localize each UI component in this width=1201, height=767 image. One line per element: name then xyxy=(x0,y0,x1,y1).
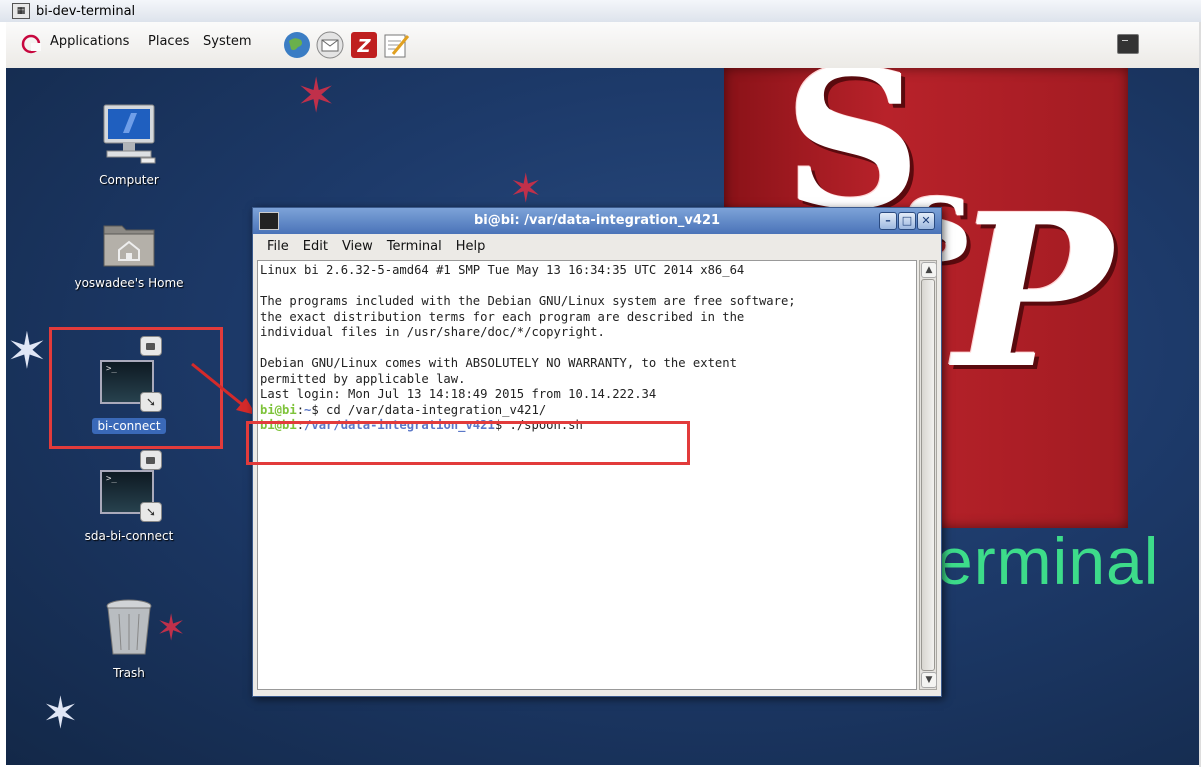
menu-help[interactable]: Help xyxy=(456,239,486,254)
outer-window-titlebar: ▦ bi-dev-terminal xyxy=(0,0,1201,22)
desktop: ✶ ✶ ✶ ✶ ✶ S s P erminal Computer yoswade… xyxy=(6,68,1199,765)
menu-edit[interactable]: Edit xyxy=(303,239,328,254)
terminal-output[interactable]: Linux bi 2.6.32-5-amd64 #1 SMP Tue May 1… xyxy=(257,260,917,690)
maximize-button[interactable]: □ xyxy=(898,212,916,230)
terminal-command-line: bi@bi:~$ cd /var/data-integration_v421/ xyxy=(260,402,547,417)
terminal-line: Linux bi 2.6.32-5-amd64 #1 SMP Tue May 1… xyxy=(260,263,745,277)
lock-icon xyxy=(140,450,162,470)
terminal-title: bi@bi: /var/data-integration_v421 xyxy=(473,213,721,228)
email-icon[interactable] xyxy=(315,30,345,60)
desktop-icon-label: Trash xyxy=(113,666,145,680)
wallpaper-star: ✶ xyxy=(6,322,48,380)
terminal-line: Debian GNU/Linux comes with ABSOLUTELY N… xyxy=(260,356,737,370)
svg-text:Z: Z xyxy=(356,36,371,57)
desktop-icon-label: sda-bi-connect xyxy=(84,529,174,543)
desktop-icon-home[interactable]: yoswadee's Home xyxy=(59,218,199,291)
computer-icon xyxy=(103,104,156,164)
desktop-icon-sda-bi-connect[interactable]: ➘ sda-bi-connect xyxy=(59,450,199,544)
show-desktop-icon[interactable] xyxy=(1117,34,1139,54)
terminal-scrollbar[interactable]: ▲ ▼ xyxy=(919,260,937,690)
outer-window-title: bi-dev-terminal xyxy=(36,3,136,19)
highlight-box-commands xyxy=(246,421,690,465)
logo-letter: P xyxy=(954,168,1112,415)
debian-logo-icon[interactable] xyxy=(20,33,42,55)
menu-view[interactable]: View xyxy=(342,239,373,254)
window-app-icon: ▦ xyxy=(12,3,30,19)
wallpaper-terminal-text: erminal xyxy=(936,524,1160,598)
trash-icon xyxy=(106,599,152,655)
command-text: $ cd /var/data-integration_v421/ xyxy=(311,402,547,417)
filezilla-icon[interactable]: Z xyxy=(349,30,379,60)
terminal-line: Last login: Mon Jul 13 14:18:49 2015 fro… xyxy=(260,387,657,401)
home-folder-icon xyxy=(103,225,155,267)
prompt-user: bi@bi xyxy=(260,402,297,417)
terminal-line: the exact distribution terms for each pr… xyxy=(260,309,745,324)
text-editor-icon[interactable] xyxy=(381,30,411,60)
minimize-button[interactable]: – xyxy=(879,212,897,230)
terminal-line: individual files in /usr/share/doc/*/cop… xyxy=(260,325,605,339)
scroll-down-icon[interactable]: ▼ xyxy=(921,672,937,688)
scrollbar-thumb[interactable] xyxy=(921,279,935,671)
menu-file[interactable]: File xyxy=(267,239,289,254)
terminal-menubar: File Edit View Terminal Help xyxy=(253,234,941,258)
terminal-line: permitted by applicable law. xyxy=(260,371,466,386)
scroll-up-icon[interactable]: ▲ xyxy=(921,262,937,278)
desktop-icon-trash[interactable]: Trash xyxy=(59,598,199,681)
menu-system[interactable]: System xyxy=(203,34,251,49)
desktop-icon-computer[interactable]: Computer xyxy=(59,103,199,188)
top-panel: Applications Places System Z xyxy=(6,22,1199,69)
menu-terminal[interactable]: Terminal xyxy=(387,239,442,254)
wallpaper-star: ✶ xyxy=(296,68,337,124)
desktop-icon-label: Computer xyxy=(99,173,159,187)
menu-places[interactable]: Places xyxy=(148,34,189,49)
desktop-icon-label: yoswadee's Home xyxy=(74,276,184,290)
shortcut-arrow-icon: ➘ xyxy=(140,502,162,522)
terminal-line: The programs included with the Debian GN… xyxy=(260,294,796,308)
wallpaper-star: ✶ xyxy=(509,166,543,212)
wallpaper-star: ✶ xyxy=(42,688,79,739)
browser-icon[interactable] xyxy=(282,30,312,60)
close-button[interactable]: ✕ xyxy=(917,212,935,230)
terminal-titlebar[interactable]: bi@bi: /var/data-integration_v421 – □ ✕ xyxy=(253,208,941,234)
menu-applications[interactable]: Applications xyxy=(50,34,129,49)
